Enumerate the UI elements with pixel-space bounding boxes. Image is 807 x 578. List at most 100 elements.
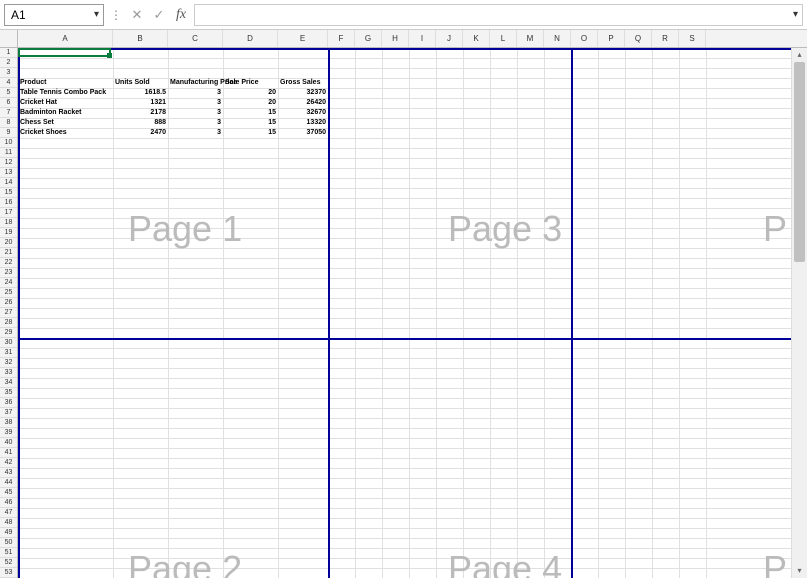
fx-button[interactable]: fx — [172, 7, 190, 23]
page-break-line[interactable] — [571, 48, 573, 578]
row-header[interactable]: 23 — [0, 268, 17, 278]
row-header[interactable]: 47 — [0, 508, 17, 518]
row-header[interactable]: 42 — [0, 458, 17, 468]
column-header[interactable]: J — [436, 30, 463, 47]
row-header[interactable]: 8 — [0, 118, 17, 128]
page-break-line[interactable] — [18, 338, 791, 340]
row-header[interactable]: 10 — [0, 138, 17, 148]
column-header[interactable]: M — [517, 30, 544, 47]
cell-value[interactable]: 15 — [225, 108, 276, 118]
row-header[interactable]: 36 — [0, 398, 17, 408]
row-header[interactable]: 26 — [0, 298, 17, 308]
row-header[interactable]: 39 — [0, 428, 17, 438]
cell-value[interactable]: Units Sold — [115, 78, 166, 88]
row-header[interactable]: 46 — [0, 498, 17, 508]
cell-value[interactable]: 15 — [225, 118, 276, 128]
cell-value[interactable]: 20 — [225, 88, 276, 98]
cell-value[interactable]: Product — [20, 78, 111, 88]
scroll-down-arrow-icon[interactable]: ▾ — [792, 564, 807, 578]
row-header[interactable]: 33 — [0, 368, 17, 378]
chevron-down-icon[interactable]: ▾ — [94, 9, 99, 20]
select-all-corner[interactable] — [0, 30, 18, 47]
row-header[interactable]: 37 — [0, 408, 17, 418]
cell-value[interactable]: 3 — [170, 88, 221, 98]
column-header[interactable]: K — [463, 30, 490, 47]
scroll-up-arrow-icon[interactable]: ▴ — [792, 48, 807, 62]
cell-value[interactable]: 3 — [170, 108, 221, 118]
column-header[interactable]: S — [679, 30, 706, 47]
cells-area[interactable]: Page 1Page 2Page 3Page 4PPProductUnits S… — [18, 48, 791, 578]
row-header[interactable]: 6 — [0, 98, 17, 108]
accept-formula-button[interactable]: ✓ — [150, 6, 168, 24]
row-header[interactable]: 43 — [0, 468, 17, 478]
row-header[interactable]: 20 — [0, 238, 17, 248]
cell-value[interactable]: 15 — [225, 128, 276, 138]
active-cell[interactable] — [18, 48, 111, 57]
cell-value[interactable]: 888 — [115, 118, 166, 128]
cell-value[interactable]: 13320 — [280, 118, 326, 128]
row-header[interactable]: 30 — [0, 338, 17, 348]
row-header[interactable]: 45 — [0, 488, 17, 498]
row-header[interactable]: 21 — [0, 248, 17, 258]
row-header[interactable]: 13 — [0, 168, 17, 178]
row-header[interactable]: 49 — [0, 528, 17, 538]
row-header[interactable]: 53 — [0, 568, 17, 578]
row-header[interactable]: 34 — [0, 378, 17, 388]
row-header[interactable]: 50 — [0, 538, 17, 548]
page-break-line[interactable] — [328, 48, 330, 578]
column-header[interactable]: R — [652, 30, 679, 47]
column-header[interactable]: B — [113, 30, 168, 47]
column-header[interactable]: G — [355, 30, 382, 47]
row-header[interactable]: 3 — [0, 68, 17, 78]
row-header[interactable]: 1 — [0, 48, 17, 58]
row-header[interactable]: 7 — [0, 108, 17, 118]
chevron-down-icon[interactable]: ▾ — [793, 9, 798, 20]
cell-value[interactable]: 32670 — [280, 108, 326, 118]
cell-value[interactable]: Gross Sales — [280, 78, 326, 88]
row-header[interactable]: 24 — [0, 278, 17, 288]
row-header[interactable]: 11 — [0, 148, 17, 158]
column-header[interactable]: E — [278, 30, 328, 47]
cell-value[interactable]: 1321 — [115, 98, 166, 108]
row-header[interactable]: 16 — [0, 198, 17, 208]
scrollbar-thumb[interactable] — [794, 62, 805, 262]
column-header[interactable]: D — [223, 30, 278, 47]
row-header[interactable]: 40 — [0, 438, 17, 448]
cell-value[interactable]: 3 — [170, 118, 221, 128]
column-header[interactable]: A — [18, 30, 113, 47]
column-header[interactable]: P — [598, 30, 625, 47]
cell-value[interactable]: 3 — [170, 128, 221, 138]
row-header[interactable]: 17 — [0, 208, 17, 218]
row-header[interactable]: 28 — [0, 318, 17, 328]
cell-value[interactable]: 2178 — [115, 108, 166, 118]
spreadsheet-grid[interactable]: 1234567891011121314151617181920212223242… — [0, 48, 807, 578]
row-header[interactable]: 15 — [0, 188, 17, 198]
row-header[interactable]: 18 — [0, 218, 17, 228]
row-header[interactable]: 32 — [0, 358, 17, 368]
row-header[interactable]: 51 — [0, 548, 17, 558]
row-header[interactable]: 29 — [0, 328, 17, 338]
column-header[interactable]: H — [382, 30, 409, 47]
cancel-formula-button[interactable]: ✕ — [128, 6, 146, 24]
row-header[interactable]: 19 — [0, 228, 17, 238]
row-header[interactable]: 4 — [0, 78, 17, 88]
cell-value[interactable]: 1618.5 — [115, 88, 166, 98]
row-header[interactable]: 48 — [0, 518, 17, 528]
row-header[interactable]: 52 — [0, 558, 17, 568]
column-header[interactable]: C — [168, 30, 223, 47]
row-header[interactable]: 5 — [0, 88, 17, 98]
cell-value[interactable]: 3 — [170, 98, 221, 108]
row-header[interactable]: 25 — [0, 288, 17, 298]
row-header[interactable]: 27 — [0, 308, 17, 318]
row-header[interactable]: 41 — [0, 448, 17, 458]
column-header[interactable]: F — [328, 30, 355, 47]
cell-value[interactable]: 20 — [225, 98, 276, 108]
row-header[interactable]: 38 — [0, 418, 17, 428]
row-header[interactable]: 35 — [0, 388, 17, 398]
vertical-scrollbar[interactable]: ▴ ▾ — [791, 48, 807, 578]
column-header[interactable]: Q — [625, 30, 652, 47]
formula-input[interactable]: ▾ — [194, 4, 803, 26]
row-header[interactable]: 2 — [0, 58, 17, 68]
cell-value[interactable]: 32370 — [280, 88, 326, 98]
cell-value[interactable]: 2470 — [115, 128, 166, 138]
